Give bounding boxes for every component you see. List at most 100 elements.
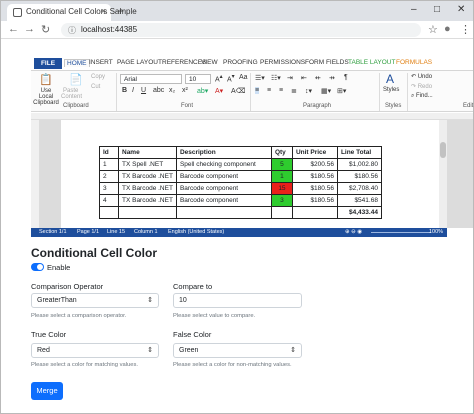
cut-button[interactable]: Cut <box>91 84 100 90</box>
shrink-font-icon[interactable]: A▾ <box>227 74 235 83</box>
cell-description[interactable]: Barcode component <box>175 194 272 207</box>
cell-name[interactable]: TX Spell .NET <box>118 158 177 171</box>
cell-grand-total[interactable]: $4,433.44 <box>336 206 382 219</box>
cell-empty[interactable] <box>175 206 272 219</box>
cell-id[interactable]: 2 <box>99 170 119 183</box>
tab-view[interactable]: VIEW <box>201 59 218 66</box>
clear-format-icon[interactable]: A⌫ <box>231 87 246 95</box>
styles-button[interactable]: Styles <box>383 87 399 93</box>
cell-empty[interactable] <box>291 206 338 219</box>
maximize-icon[interactable]: □ <box>434 4 440 15</box>
cell-empty[interactable] <box>118 206 177 219</box>
cell-line-total[interactable]: $541.68 <box>336 194 382 207</box>
italic-icon[interactable]: I <box>132 87 134 94</box>
table-total-row[interactable]: $4,433.44 <box>99 206 382 219</box>
invoice-table[interactable]: Id Name Description Qty Unit Price Line … <box>99 146 382 219</box>
font-name-select[interactable]: Arial <box>120 74 182 84</box>
cell-unit-price[interactable]: $200.56 <box>291 158 338 171</box>
reload-icon[interactable]: ↻ <box>41 23 50 36</box>
close-window-icon[interactable]: ✕ <box>457 4 465 15</box>
menu-icon[interactable]: ⋮ <box>460 23 471 36</box>
zoom-icon[interactable]: ⊕ ⊖ ◉ <box>345 229 362 235</box>
zoom-slider[interactable] <box>371 232 431 233</box>
account-icon[interactable]: ● <box>444 23 451 35</box>
styles-icon[interactable]: A <box>386 72 394 86</box>
true-color-select[interactable]: Red ⇕ <box>31 343 159 358</box>
cell-qty[interactable]: 15 <box>270 182 293 195</box>
numbering-icon[interactable]: ☷▾ <box>271 74 281 82</box>
table-row[interactable]: 3 TX Barcode .NET Barcode component 15 $… <box>99 182 382 195</box>
tab-page-layout[interactable]: PAGE LAYOUT <box>117 59 162 66</box>
justify-icon[interactable]: ≣ <box>291 87 297 95</box>
subscript-icon[interactable]: x₂ <box>169 87 175 94</box>
cell-line-total[interactable]: $2,708.40 <box>336 182 382 195</box>
bold-icon[interactable]: B <box>122 87 127 94</box>
copy-button[interactable]: Copy <box>91 74 105 80</box>
tab-formulas[interactable]: FORMULAS <box>396 59 432 66</box>
change-case-icon[interactable]: Aa <box>239 74 248 81</box>
align-left-icon[interactable]: ≡ <box>255 87 260 94</box>
line-spacing-icon[interactable]: ↕▾ <box>305 87 312 95</box>
font-size-select[interactable]: 10 <box>185 74 211 84</box>
paragraph-marks-icon[interactable]: ¶ <box>344 74 348 81</box>
superscript-icon[interactable]: x² <box>182 87 188 94</box>
tab-proofing[interactable]: PROOFING <box>223 59 258 66</box>
strikethrough-icon[interactable]: abc <box>153 87 164 94</box>
cell-line-total[interactable]: $1,002.80 <box>336 158 382 171</box>
false-color-select[interactable]: Green ⇕ <box>173 343 302 358</box>
shading-icon[interactable]: ▦▾ <box>321 87 331 95</box>
use-local-clipboard-button[interactable]: Use Local Clipboard <box>33 88 59 106</box>
tab-insert[interactable]: INSERT <box>89 59 113 66</box>
indent-icon[interactable]: ⇤ <box>301 74 307 82</box>
cell-id[interactable]: 1 <box>99 158 119 171</box>
redo-button[interactable]: ↷ Redo <box>411 83 432 90</box>
minimize-icon[interactable]: – <box>411 4 417 15</box>
cell-unit-price[interactable]: $180.56 <box>291 182 338 195</box>
tab-references[interactable]: REFERENCES <box>162 59 206 66</box>
tab-file[interactable]: FILE <box>34 58 62 69</box>
tab-table-layout[interactable]: TABLE LAYOUT <box>348 59 395 66</box>
enable-toggle[interactable] <box>31 263 44 271</box>
table-row[interactable]: 2 TX Barcode .NET Barcode component 1 $1… <box>99 170 382 183</box>
bullets-icon[interactable]: ☰▾ <box>255 74 265 82</box>
info-icon[interactable]: ⓘ <box>68 25 76 36</box>
browser-tab[interactable]: Conditional Cell Colors Sample × <box>7 4 137 21</box>
cell-name[interactable]: TX Barcode .NET <box>118 194 177 207</box>
new-tab-icon[interactable]: + <box>117 4 124 18</box>
tab-home[interactable]: HOME <box>64 59 90 67</box>
cell-empty[interactable] <box>99 206 119 219</box>
borders-icon[interactable]: ⊞▾ <box>337 87 346 95</box>
cell-description[interactable]: Barcode component <box>175 182 272 195</box>
cell-description[interactable]: Spell checking component <box>175 158 272 171</box>
cell-description[interactable]: Barcode component <box>175 170 272 183</box>
cell-name[interactable]: TX Barcode .NET <box>118 182 177 195</box>
find-button[interactable]: ⌕ Find... <box>411 93 433 100</box>
decrease-indent-icon[interactable]: ⇷ <box>315 74 321 82</box>
cell-qty[interactable]: 5 <box>270 158 293 171</box>
table-row[interactable]: 4 TX Barcode .NET Barcode component 3 $1… <box>99 194 382 207</box>
scrollbar-thumb[interactable] <box>440 142 446 158</box>
merge-button[interactable]: Merge <box>31 382 63 400</box>
list-level-icon[interactable]: ⇥ <box>287 74 293 82</box>
undo-button[interactable]: ↶ Undo <box>411 73 432 80</box>
cell-empty[interactable] <box>270 206 293 219</box>
increase-indent-icon[interactable]: ⇸ <box>329 74 335 82</box>
cell-id[interactable]: 3 <box>99 182 119 195</box>
tab-permissions[interactable]: PERMISSIONS <box>260 59 305 66</box>
highlight-icon[interactable]: ab▾ <box>197 87 208 95</box>
cell-qty[interactable]: 3 <box>270 194 293 207</box>
url-text[interactable]: localhost:44385 <box>81 25 137 34</box>
vertical-scrollbar[interactable] <box>439 120 447 228</box>
cell-unit-price[interactable]: $180.56 <box>291 170 338 183</box>
cell-id[interactable]: 4 <box>99 194 119 207</box>
horizontal-ruler[interactable] <box>31 113 473 120</box>
cell-qty[interactable]: 1 <box>270 170 293 183</box>
close-tab-icon[interactable]: × <box>101 6 106 16</box>
cell-line-total[interactable]: $180.56 <box>336 170 382 183</box>
compare-to-input[interactable]: 10 <box>173 293 302 308</box>
align-center-icon[interactable]: ≡ <box>267 87 271 94</box>
font-color-icon[interactable]: A▾ <box>215 87 223 95</box>
cell-name[interactable]: TX Barcode .NET <box>118 170 177 183</box>
back-icon[interactable]: ← <box>8 23 19 35</box>
address-bar[interactable]: ⓘ localhost:44385 <box>61 23 421 37</box>
